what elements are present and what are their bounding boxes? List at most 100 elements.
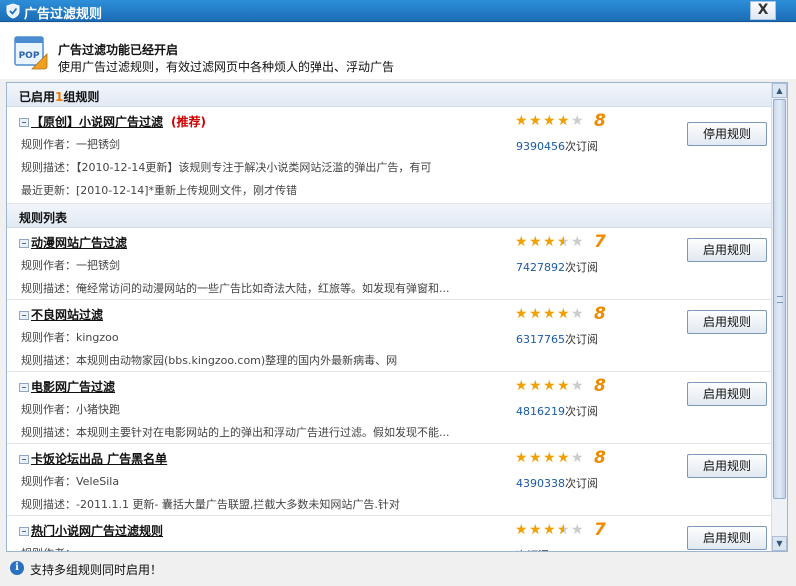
rule-name[interactable]: 【原创】小说网广告过滤 xyxy=(31,115,163,129)
enable-rule-button[interactable]: 启用规则 xyxy=(687,238,767,262)
rule-desc: 规则描述：本规则主要针对在电影网站的上的弹出和浮动广告进行过滤。假如发现不能..… xyxy=(21,426,450,439)
star-icon: ★ xyxy=(557,523,571,537)
rule-desc: 规则描述：本规则由动物家园(bbs.kingzoo.com)整理的国内外最新病毒… xyxy=(21,354,398,367)
star-icon: ★ xyxy=(543,306,556,322)
scroll-thumb[interactable] xyxy=(773,99,786,499)
star-icon: ★ xyxy=(529,234,542,250)
rating-stars: ★★★★★ xyxy=(515,379,585,393)
star-icon: ★ xyxy=(571,378,584,394)
scroll-up-arrow-icon[interactable]: ▲ xyxy=(772,83,787,98)
star-icon: ★ xyxy=(515,306,528,322)
collapse-icon[interactable] xyxy=(19,239,29,248)
rule-item: 卡饭论坛出品 广告黑名单规则作者：VeleSila 规则描述：-2011.1.1 … xyxy=(7,444,772,516)
rule-name[interactable]: 电影网广告过滤 xyxy=(31,380,115,394)
rule-author: 规则作者：VeleSila xyxy=(21,475,120,488)
collapse-icon[interactable] xyxy=(19,311,29,320)
rating-stars: ★★★★★ xyxy=(515,307,585,321)
rating-score: 7 xyxy=(594,232,606,252)
rule-name-row: 电影网广告过滤 xyxy=(19,378,115,395)
rating-score: 8 xyxy=(594,111,606,131)
footer-text: 支持多组规则同时启用！ xyxy=(30,563,163,577)
rule-author: 规则作者：一把锈剑 xyxy=(21,259,120,272)
star-icon: ★ xyxy=(571,113,584,129)
rule-name-row: 【原创】小说网广告过滤 (推荐) xyxy=(19,113,206,130)
star-icon: ★ xyxy=(529,306,542,322)
header-desc: 使用广告过滤规则，有效过滤网页中各种烦人的弹出、浮动广告 xyxy=(58,60,395,74)
rating-score: 7 xyxy=(594,520,606,540)
rule-list-header: 规则列表 xyxy=(7,204,772,228)
star-icon: ★ xyxy=(515,450,528,466)
footer: i 支持多组规则同时启用！ xyxy=(0,555,796,586)
rating-stars: ★★★★★ xyxy=(515,114,585,128)
scrollbar[interactable]: ▲ ▼ xyxy=(771,83,787,551)
rule-author: 规则作者：一把锈剑 xyxy=(21,138,120,151)
collapse-icon[interactable] xyxy=(19,118,29,127)
collapse-icon[interactable] xyxy=(19,527,29,536)
info-icon: i xyxy=(10,561,24,575)
enable-rule-button[interactable]: 启用规则 xyxy=(687,310,767,334)
enabled-suffix: 组规则 xyxy=(63,90,100,104)
rating-score: 8 xyxy=(594,376,606,396)
star-icon: ★ xyxy=(529,522,542,538)
subscription-count: 9390456次订阅 xyxy=(516,140,598,153)
rule-name-row: 不良网站过滤 xyxy=(19,306,103,323)
rule-desc: 规则描述：俺经常访问的动漫网站的一些广告比如奇法大陆，红旅等。如发现有弹窗和..… xyxy=(21,282,450,295)
star-icon: ★ xyxy=(515,113,528,129)
star-icon: ★ xyxy=(543,450,556,466)
rule-name-row: 热门小说网广告过滤规则 xyxy=(19,522,163,539)
close-button[interactable]: X xyxy=(750,1,776,20)
enable-rule-button[interactable]: 启用规则 xyxy=(687,382,767,406)
star-icon: ★ xyxy=(543,522,556,538)
star-icon: ★ xyxy=(557,113,570,129)
star-icon: ★ xyxy=(557,306,570,322)
rule-author: 规则作者：kingzoo xyxy=(21,331,119,344)
rule-name[interactable]: 动漫网站广告过滤 xyxy=(31,236,127,250)
rating-stars: ★★★★★ xyxy=(515,451,585,465)
rule-author: 规则作者：小猪快跑 xyxy=(21,403,120,416)
rule-name[interactable]: 卡饭论坛出品 广告黑名单 xyxy=(31,452,167,466)
shield-icon xyxy=(6,3,20,19)
pop-icon-text: POP xyxy=(19,51,40,61)
rating-score: 8 xyxy=(594,448,606,468)
rule-item: 动漫网站广告过滤规则作者：一把锈剑规则描述：俺经常访问的动漫网站的一些广告比如奇… xyxy=(7,228,772,300)
rule-update: 最近更新：[2010-12-14]*重新上传规则文件，刚才传错 xyxy=(21,184,298,197)
enable-rule-button[interactable]: 启用规则 xyxy=(687,526,767,550)
star-icon: ★ xyxy=(557,235,571,249)
star-icon: ★ xyxy=(543,378,556,394)
collapse-icon[interactable] xyxy=(19,455,29,464)
star-icon: ★ xyxy=(515,234,528,250)
subscription-count: 次订阅 xyxy=(516,547,549,551)
pop-icon: POP xyxy=(14,36,48,70)
star-icon: ★ xyxy=(515,522,528,538)
rules-panel[interactable]: 已启用1组规则 【原创】小说网广告过滤 (推荐) 规则作者：一把锈剑 规则描述：【… xyxy=(6,82,788,552)
rule-item: 不良网站过滤规则作者：kingzoo 规则描述：本规则由动物家园(bbs.king… xyxy=(7,300,772,372)
enable-rule-button[interactable]: 启用规则 xyxy=(687,454,767,478)
star-icon: ★ xyxy=(571,234,584,250)
rule-desc: 规则描述：-2011.1.1 更新- 囊括大量广告联盟,拦截大多数未知网站广告.… xyxy=(21,498,400,511)
disable-rule-button[interactable]: 停用规则 xyxy=(687,122,767,146)
subscription-count: 4816219次订阅 xyxy=(516,405,598,418)
collapse-icon[interactable] xyxy=(19,383,29,392)
rule-item: 热门小说网广告过滤规则规则作者：规则描述：★★★★★7次订阅启用规则 xyxy=(7,516,772,551)
star-icon: ★ xyxy=(529,378,542,394)
star-icon: ★ xyxy=(571,450,584,466)
star-icon: ★ xyxy=(543,113,556,129)
header-title: 广告过滤功能已经开启 xyxy=(58,43,179,57)
rule-name[interactable]: 热门小说网广告过滤规则 xyxy=(31,524,163,538)
enabled-section-header: 已启用1组规则 xyxy=(7,83,772,107)
star-icon: ★ xyxy=(557,378,570,394)
rule-item: 电影网广告过滤 规则作者：小猪快跑规则描述：本规则主要针对在电影网站的上的弹出和浮… xyxy=(7,372,772,444)
subscription-count: 6317765次订阅 xyxy=(516,333,598,346)
scroll-down-arrow-icon[interactable]: ▼ xyxy=(772,536,787,551)
rating-stars: ★★★★★ xyxy=(515,235,585,249)
star-icon: ★ xyxy=(515,378,528,394)
star-icon: ★ xyxy=(571,522,584,538)
star-icon: ★ xyxy=(557,450,570,466)
rule-desc: 规则描述：【2010-12-14更新】该规则专注于解决小说类网站泛滥的弹出广告，… xyxy=(21,161,432,174)
rule-name-row: 动漫网站广告过滤 xyxy=(19,234,127,251)
enabled-prefix: 已启用 xyxy=(19,90,56,104)
rule-name[interactable]: 不良网站过滤 xyxy=(31,308,103,322)
subscription-count: 7427892次订阅 xyxy=(516,261,598,274)
rule-name-row: 卡饭论坛出品 广告黑名单 xyxy=(19,450,167,467)
recommend-badge: (推荐) xyxy=(171,115,206,129)
